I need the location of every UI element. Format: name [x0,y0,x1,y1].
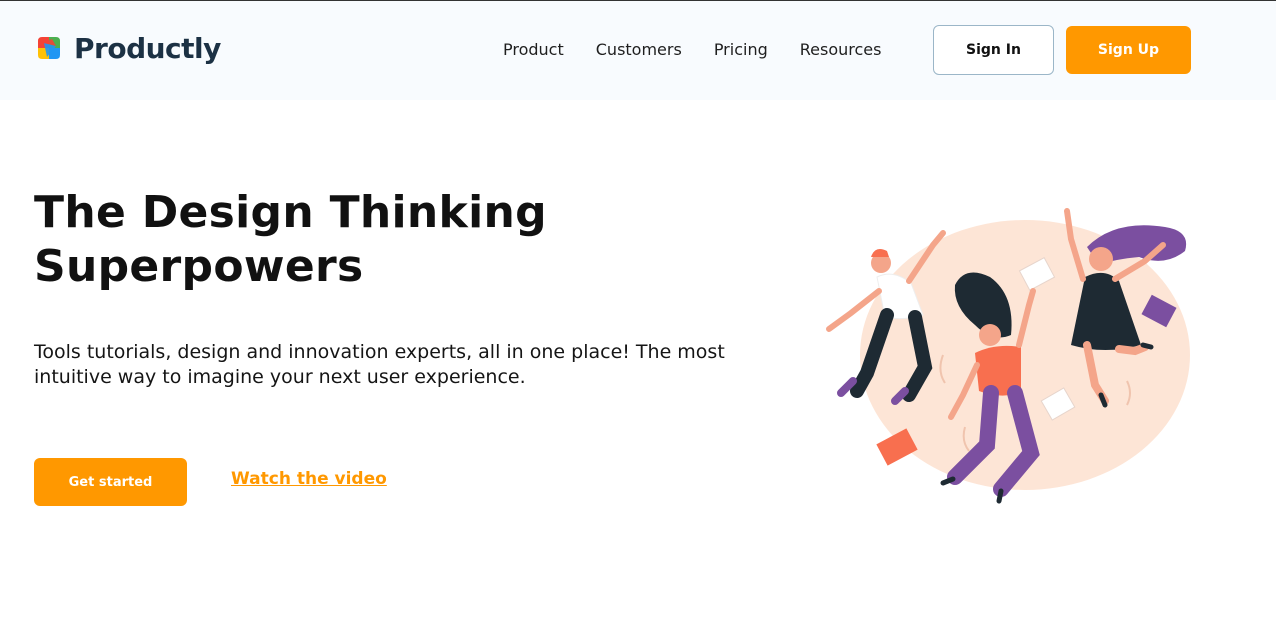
nav-item-product[interactable]: Product [503,39,564,61]
brand-name: Productly [74,31,221,65]
site-header: Productly Product Customers Pricing Reso… [0,1,1276,100]
jumping-people-illustration [826,208,1190,504]
brand-logo[interactable]: Productly [34,31,221,65]
sign-up-button[interactable]: Sign Up [1066,26,1191,74]
nav-item-pricing[interactable]: Pricing [714,39,768,61]
get-started-button[interactable]: Get started [34,458,187,506]
main-nav: Product Customers Pricing Resources [503,39,881,61]
hero-subtitle: Tools tutorials, design and innovation e… [34,341,725,388]
watch-video-link[interactable]: Watch the video [231,469,387,489]
productly-logo-icon [38,37,60,59]
hero-title-line-2: Superpowers [34,241,364,292]
hero-title: The Design Thinking Superpowers [34,186,594,294]
nav-item-resources[interactable]: Resources [800,39,882,61]
sign-in-button[interactable]: Sign In [933,25,1054,75]
nav-item-customers[interactable]: Customers [596,39,682,61]
hero-title-line-1: The Design Thinking [34,187,547,238]
